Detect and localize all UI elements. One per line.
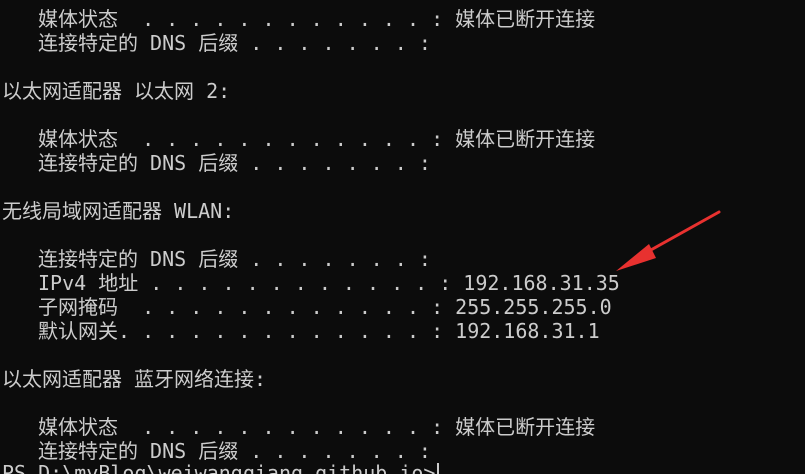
dns-suffix-line: 连接特定的 DNS 后缀 . . . . . . . : [38,31,431,55]
dns-suffix-line: 连接特定的 DNS 后缀 . . . . . . . : [38,247,431,271]
arrow-head-icon [616,244,656,271]
adapter-header-bluetooth: 以太网适配器 蓝牙网络连接: [2,367,267,391]
adapter-header-ethernet-2: 以太网适配器 以太网 2: [2,79,231,103]
default-gateway-line: 默认网关. . . . . . . . . . . . . : 192.168.… [38,319,600,343]
arrow-shaft [638,210,721,258]
terminal-window[interactable]: 媒体状态 . . . . . . . . . . . . : 媒体已断开连接 连… [0,0,805,474]
media-state-line: 媒体状态 . . . . . . . . . . . . : 媒体已断开连接 [38,127,596,151]
dns-suffix-line: 连接特定的 DNS 后缀 . . . . . . . : [38,151,431,175]
prompt-text: PS D:\myBlog\weiwangqiang.github.io> [2,461,436,474]
subnet-mask-line: 子网掩码 . . . . . . . . . . . . : 255.255.2… [38,295,612,319]
command-prompt[interactable]: PS D:\myBlog\weiwangqiang.github.io> [2,461,440,474]
adapter-header-wlan: 无线局域网适配器 WLAN: [2,199,235,223]
media-state-line: 媒体状态 . . . . . . . . . . . . : 媒体已断开连接 [38,415,596,439]
red-arrow-annotation [616,210,721,271]
ipv4-address-line: IPv4 地址 . . . . . . . . . . . . : 192.16… [38,271,620,295]
dns-suffix-line: 连接特定的 DNS 后缀 . . . . . . . : [38,439,431,463]
text-cursor [437,463,440,474]
media-state-line: 媒体状态 . . . . . . . . . . . . : 媒体已断开连接 [38,7,596,31]
